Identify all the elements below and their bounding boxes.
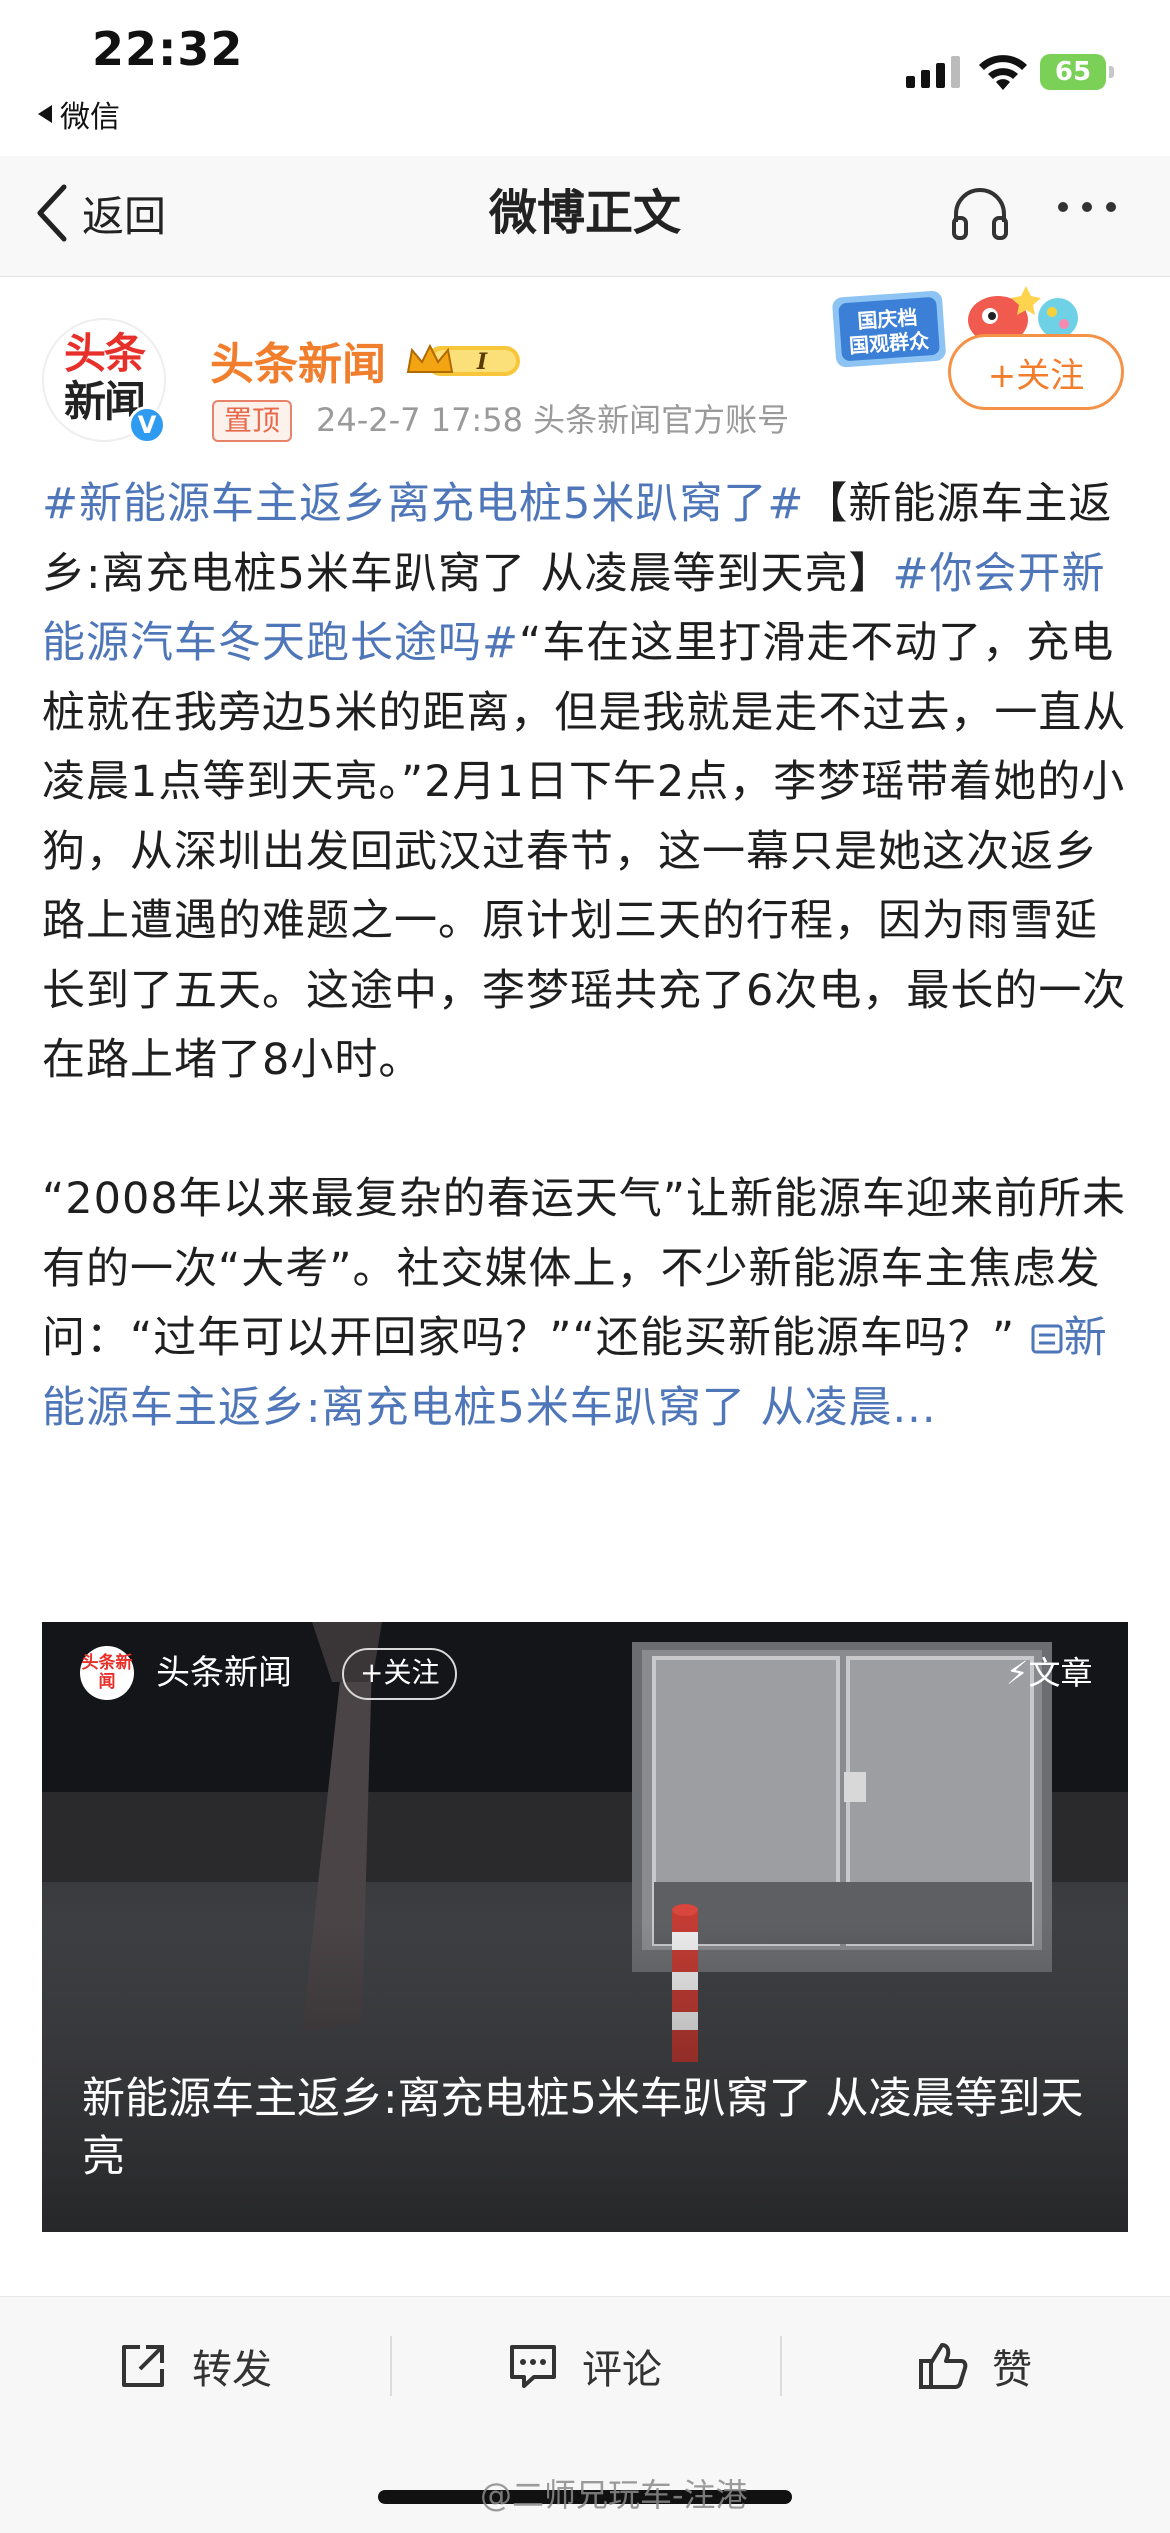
like-label: 赞 bbox=[992, 2347, 1032, 2393]
card-title: 新能源车主返乡:离充电桩5米车趴窝了 从凌晨等到天亮 bbox=[82, 2074, 1084, 2182]
battery-level: 65 bbox=[1054, 57, 1092, 87]
follow-button[interactable]: +关注 bbox=[948, 334, 1124, 410]
back-app-label: 微信 bbox=[60, 100, 120, 135]
comment-icon bbox=[510, 2345, 556, 2388]
wifi-icon bbox=[979, 55, 1027, 90]
card-author-avatar: 头条新闻 bbox=[80, 1646, 134, 1700]
status-time: 22:32 bbox=[92, 22, 244, 76]
post-text: “2008年以来最复杂的春运天气”让新能源车迎来前所未有的一次“大考”。社交媒体… bbox=[42, 1174, 1126, 1363]
repost-icon bbox=[122, 2345, 164, 2387]
action-divider bbox=[390, 2336, 392, 2396]
back-to-app-link[interactable]: 微信 bbox=[38, 92, 120, 136]
post-paragraph-1: #新能源车主返乡离充电桩5米趴窝了#【新能源车主返乡:离充电桩5米车趴窝了 从凌… bbox=[42, 470, 1132, 1096]
comment-button[interactable]: 评论 bbox=[506, 2326, 662, 2406]
avatar-text-top: 头条 bbox=[64, 329, 146, 378]
battery-icon: 65 bbox=[1040, 54, 1114, 90]
more-options-icon[interactable] bbox=[1058, 202, 1116, 212]
author-name[interactable]: 头条新闻 bbox=[210, 328, 386, 392]
card-follow-button[interactable]: +关注 bbox=[342, 1648, 458, 1700]
verified-badge-icon: V bbox=[128, 406, 166, 444]
hashtag-link[interactable]: #新能源车主返乡离充电桩5米趴窝了# bbox=[42, 479, 804, 529]
post-paragraph-2: “2008年以来最复杂的春运天气”让新能源车迎来前所未有的一次“大考”。社交媒体… bbox=[42, 1165, 1132, 1443]
cellular-signal-icon bbox=[906, 56, 960, 88]
level-text: I bbox=[476, 349, 488, 375]
thumbs-up-icon bbox=[919, 2343, 968, 2389]
back-triangle-icon bbox=[38, 105, 52, 123]
crown-level-badge-icon: I bbox=[406, 343, 520, 376]
pinned-badge: 置顶 bbox=[212, 400, 293, 442]
card-article-label: ⚡文章 bbox=[1006, 1654, 1093, 1692]
post-content: #新能源车主返乡离充电桩5米趴窝了#【新能源车主返乡:离充电桩5米车趴窝了 从凌… bbox=[42, 470, 1132, 1443]
watermark: @二师兄玩车-注港 bbox=[480, 2476, 748, 2514]
post-text: “车在这里打滑走不动了，充电桩就在我旁边5米的距离，但是我就是走不过去，一直从凌… bbox=[42, 618, 1127, 1085]
article-link-icon bbox=[1031, 1324, 1063, 1354]
headphone-icon[interactable] bbox=[948, 182, 1012, 246]
action-divider bbox=[780, 2336, 782, 2396]
post-meta: 24-2-7 17:58 头条新闻官方账号 bbox=[316, 401, 790, 439]
article-card[interactable]: 头条新闻 头条新闻 +关注 ⚡文章 新能源车主返乡:离充电桩5米车趴窝了 从凌晨… bbox=[42, 1622, 1128, 2232]
like-button[interactable]: 赞 bbox=[916, 2326, 1032, 2406]
card-author-name[interactable]: 头条新闻 bbox=[156, 1648, 292, 1698]
repost-button[interactable]: 转发 bbox=[116, 2326, 272, 2406]
repost-label: 转发 bbox=[192, 2347, 272, 2393]
comment-label: 评论 bbox=[582, 2347, 662, 2393]
